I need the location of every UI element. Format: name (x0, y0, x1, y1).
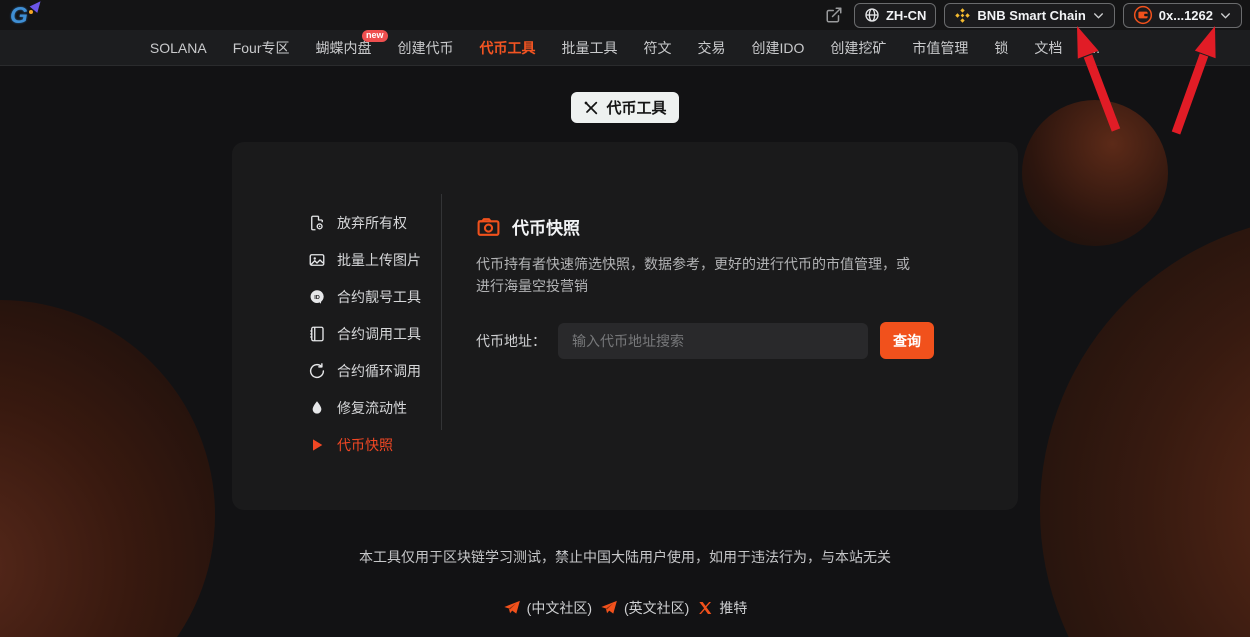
snapshot-query-form: 代币地址： 查询 (476, 322, 978, 359)
token-tools-card: 放弃所有权 批量上传图片 ID 合约靓号工具 合约调用工具 合约循环调用 修复流… (232, 142, 1018, 510)
nav-item-create-ido[interactable]: 创建IDO (752, 38, 805, 58)
sidebar-item-label: 代币快照 (337, 435, 393, 455)
new-badge: new (362, 30, 388, 42)
sidebar-item-vanity-contract-tool[interactable]: ID 合约靓号工具 (308, 282, 441, 312)
chevron-down-icon (1092, 9, 1105, 22)
logo-letter: G (10, 1, 28, 29)
chain-selector[interactable]: BNB Smart Chain (944, 3, 1114, 28)
query-button[interactable]: 查询 (880, 322, 934, 359)
sidebar-item-fix-liquidity[interactable]: 修复流动性 (308, 393, 441, 423)
telegram-icon (600, 599, 618, 617)
chevron-down-icon (1219, 9, 1232, 22)
background-glow-circle (1040, 215, 1250, 637)
token-address-label: 代币地址： (476, 331, 546, 351)
disclaimer-text: 本工具仅用于区块链学习测试，禁止中国大陆用户使用，如用于违法行为，与本站无关 (0, 547, 1250, 567)
tools-sidebar: 放弃所有权 批量上传图片 ID 合约靓号工具 合约调用工具 合约循环调用 修复流… (232, 142, 441, 510)
nav-item-lock[interactable]: 锁 (994, 38, 1008, 58)
nav-item-label: 符文 (644, 40, 672, 56)
page-title: 代币工具 (606, 97, 666, 118)
nav-item-label: 交易 (698, 40, 726, 56)
section-title: 代币快照 (512, 214, 580, 239)
nav-item-runes[interactable]: 符文 (644, 38, 672, 58)
sidebar-item-label: 修复流动性 (337, 398, 407, 418)
nav-item-label: 批量工具 (562, 40, 618, 56)
refresh-icon (308, 362, 326, 380)
sidebar-item-label: 批量上传图片 (337, 250, 421, 270)
site-logo[interactable]: G (10, 1, 44, 29)
nav-item-trade[interactable]: 交易 (698, 38, 726, 58)
tools-icon (583, 100, 599, 116)
share-icon[interactable] (822, 3, 846, 27)
nav-item-label: 市值管理 (912, 40, 968, 56)
main-navigation: SOLANA Four专区 蝴蝶内盘 new 创建代币 代币工具 批量工具 符文… (0, 30, 1250, 66)
social-links: (中文社区) (英文社区) 推特 (0, 598, 1250, 618)
nav-item-docs[interactable]: 文档 (1034, 38, 1062, 58)
sidebar-item-contract-loop-call[interactable]: 合约循环调用 (308, 356, 441, 386)
nav-item-label: SOLANA (150, 40, 207, 56)
page-title-badge: 代币工具 (571, 92, 678, 123)
droplet-icon (308, 399, 326, 417)
social-link-telegram-en[interactable]: (英文社区) (600, 598, 689, 618)
nav-item-butterfly-inner[interactable]: 蝴蝶内盘 new (316, 38, 372, 58)
nav-item-label: 创建IDO (752, 40, 805, 56)
language-selector[interactable]: ZH-CN (854, 3, 936, 28)
id-badge-icon: ID (308, 288, 326, 306)
rocket-flame-dot (29, 10, 33, 14)
nav-item-label: 创建挖矿 (830, 40, 886, 56)
sidebar-item-label: 放弃所有权 (337, 213, 407, 233)
social-link-twitter[interactable]: 推特 (697, 598, 747, 618)
sidebar-item-renounce-ownership[interactable]: 放弃所有权 (308, 208, 441, 238)
nav-item-more[interactable]: ... (1088, 40, 1100, 56)
sidebar-item-label: 合约靓号工具 (337, 287, 421, 307)
wallet-account-button[interactable]: 0x...1262 (1123, 3, 1242, 28)
sidebar-item-label: 合约循环调用 (337, 361, 421, 381)
image-icon (308, 251, 326, 269)
social-link-label: 推特 (719, 598, 747, 618)
svg-text:ID: ID (314, 295, 320, 301)
file-settings-icon (308, 214, 326, 232)
nav-item-market-cap-management[interactable]: 市值管理 (912, 38, 968, 58)
wallet-address-label: 0x...1262 (1159, 8, 1213, 23)
telegram-icon (503, 599, 521, 617)
camera-icon (476, 214, 501, 239)
nav-item-create-mining[interactable]: 创建挖矿 (830, 38, 886, 58)
nav-item-solana[interactable]: SOLANA (150, 40, 207, 56)
chain-label: BNB Smart Chain (977, 8, 1085, 23)
social-link-telegram-cn[interactable]: (中文社区) (503, 598, 592, 618)
top-header-bar: G ZH-CN (0, 0, 1250, 30)
nav-item-batch-tools[interactable]: 批量工具 (562, 38, 618, 58)
token-address-input[interactable] (558, 323, 868, 359)
nav-item-label: 创建代币 (398, 40, 454, 56)
nav-item-label: ... (1088, 40, 1100, 56)
nav-item-label: 蝴蝶内盘 (316, 40, 372, 56)
nav-item-four-zone[interactable]: Four专区 (233, 38, 290, 58)
section-description: 代币持有者快速筛选快照，数据参考，更好的进行代币的市值管理，或进行海量空投营销 (476, 253, 910, 297)
nav-item-label: 锁 (994, 40, 1008, 56)
x-icon (697, 600, 713, 616)
nav-item-token-tools[interactable]: 代币工具 (480, 38, 536, 58)
social-link-label: (中文社区) (527, 598, 592, 618)
sidebar-item-token-snapshot[interactable]: 代币快照 (308, 430, 441, 460)
nav-item-label: 文档 (1034, 40, 1062, 56)
language-label: ZH-CN (886, 8, 926, 23)
token-snapshot-panel: 代币快照 代币持有者快速筛选快照，数据参考，更好的进行代币的市值管理，或进行海量… (442, 142, 1018, 510)
sidebar-item-label: 合约调用工具 (337, 324, 421, 344)
nav-item-label: Four专区 (233, 40, 290, 56)
background-glow-circle (0, 300, 215, 637)
social-link-label: (英文社区) (624, 598, 689, 618)
globe-icon (864, 7, 880, 23)
sidebar-item-batch-upload-images[interactable]: 批量上传图片 (308, 245, 441, 275)
play-icon (308, 436, 326, 454)
bnb-chain-icon (954, 7, 971, 24)
nav-item-create-token[interactable]: 创建代币 (398, 38, 454, 58)
sidebar-item-contract-call-tool[interactable]: 合约调用工具 (308, 319, 441, 349)
notebook-icon (308, 325, 326, 343)
nav-item-label: 代币工具 (480, 40, 536, 56)
wallet-icon (1133, 5, 1153, 25)
